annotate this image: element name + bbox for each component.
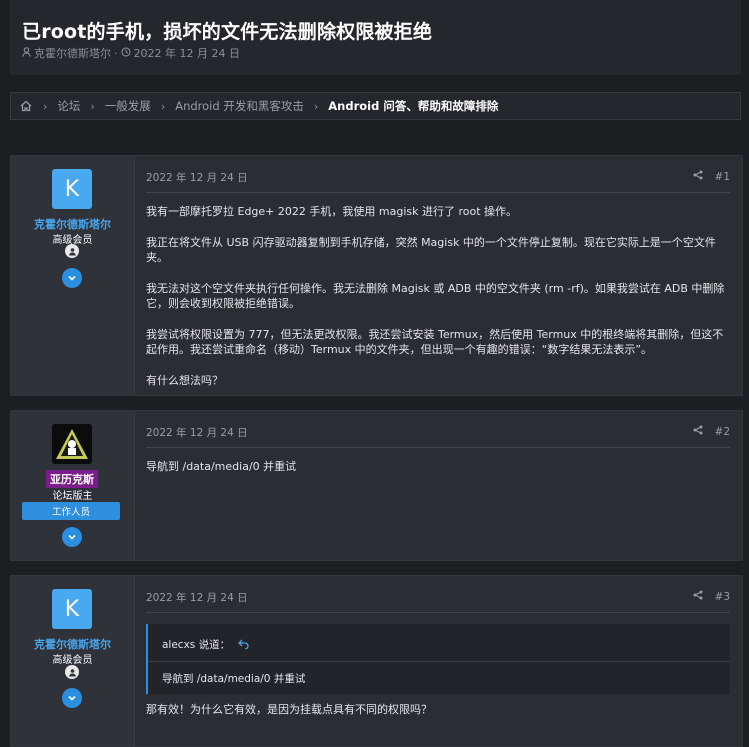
thread-meta: 克霍尔德斯塔尔 · 2022 年 12 月 24 日 (22, 45, 240, 61)
home-icon[interactable] (19, 99, 33, 113)
post-2: 亚历克斯 论坛版主 工作人员 2022 年 12 月 24 日 #2 导航到 /… (10, 410, 743, 561)
chevron-right-icon: › (90, 99, 95, 113)
breadcrumb-item-forums[interactable]: 论坛 (57, 98, 80, 114)
username[interactable]: 克霍尔德斯塔尔 (11, 636, 134, 652)
post-message: 我有一部摩托罗拉 Edge+ 2022 手机，我使用 magisk 进行了 ro… (146, 204, 730, 404)
chevron-right-icon: › (160, 99, 166, 113)
chevron-down-icon[interactable] (62, 688, 82, 708)
breadcrumb-item-current[interactable]: Android 问答、帮助和故障排除 (328, 98, 498, 114)
quote-header: alecxs 说道： (162, 637, 249, 652)
avatar[interactable]: K (52, 169, 92, 209)
post-user-column: 亚历克斯 论坛版主 工作人员 (11, 411, 135, 560)
share-icon[interactable] (693, 590, 703, 603)
user-icon (22, 46, 31, 60)
post-actions: #2 (693, 425, 730, 438)
divider (146, 192, 730, 193)
share-icon[interactable] (693, 425, 703, 438)
post-date[interactable]: 2022 年 12 月 24 日 (146, 590, 248, 605)
post-user-column: K 克霍尔德斯塔尔 高级会员 (11, 576, 135, 746)
chevron-down-icon[interactable] (62, 527, 82, 547)
post-paragraph: 有什么想法吗？ (146, 374, 223, 387)
chevron-down-icon[interactable] (62, 268, 82, 288)
clock-icon (120, 46, 131, 60)
divider (146, 612, 730, 613)
avatar[interactable] (52, 424, 92, 464)
chevron-right-icon: › (43, 99, 48, 113)
post-actions: #1 (693, 170, 730, 183)
chevron-right-icon: › (313, 99, 319, 113)
post-number[interactable]: #3 (715, 591, 730, 603)
quote-author[interactable]: alecxs 说道： (162, 637, 230, 652)
post-paragraph: 导航到 /data/media/0 并重试 (146, 460, 297, 473)
quote-text: 导航到 /data/media/0 并重试 (162, 673, 306, 685)
meta-separator: · (114, 46, 118, 60)
share-icon[interactable] (693, 170, 703, 183)
breadcrumb-item-android-dev-hacking[interactable]: Android 开发和黑客攻击 (175, 98, 304, 114)
breadcrumb: › 论坛 › 一般发展 › Android 开发和黑客攻击 › Android … (10, 92, 741, 120)
user-title: 高级会员 (52, 655, 93, 666)
thread-author-link[interactable]: 克霍尔德斯塔尔 (34, 45, 111, 61)
post-paragraph: 我无法对这个空文件夹执行任何操作。我无法删除 Magisk 或 ADB 中的空文… (146, 282, 725, 310)
thread-date[interactable]: 2022 年 12 月 24 日 (134, 45, 240, 61)
staff-badge: 工作人员 (22, 502, 120, 520)
post-actions: #3 (693, 590, 730, 603)
post-number[interactable]: #1 (715, 171, 730, 183)
member-badge-icon (65, 244, 79, 258)
post-3: K 克霍尔德斯塔尔 高级会员 2022 年 12 月 24 日 #3 alecx… (10, 575, 743, 747)
quote-divider (148, 661, 730, 662)
post-1: K 克霍尔德斯塔尔 高级会员 2022 年 12 月 24 日 #1 我有一部摩… (10, 155, 743, 396)
avatar-image (52, 424, 92, 464)
member-badge-icon (65, 665, 79, 679)
breadcrumb-item-general-development[interactable]: 一般发展 (105, 98, 151, 114)
post-paragraph: 我尝试将权限设置为 777，但无法更改权限。我还尝试安装 Termux，然后使用… (146, 328, 724, 356)
quote-block: alecxs 说道： 导航到 /data/media/0 并重试 (146, 624, 730, 694)
post-message: 那有效！为什么它有效，是因为挂载点具有不同的权限吗？ (146, 702, 730, 733)
divider (146, 447, 730, 448)
username[interactable]: 克霍尔德斯塔尔 (11, 216, 134, 232)
thread-header: 已root的手机，损坏的文件无法删除权限被拒绝 克霍尔德斯塔尔 · 2022 年… (10, 0, 741, 75)
post-message: 导航到 /data/media/0 并重试 (146, 459, 730, 490)
post-paragraph: 我正在将文件从 USB 闪存驱动器复制到手机存储，突然 Magisk 中的一个文… (146, 236, 716, 264)
jump-to-quote-icon[interactable] (238, 638, 249, 652)
post-number[interactable]: #2 (715, 426, 730, 438)
post-paragraph: 我有一部摩托罗拉 Edge+ 2022 手机，我使用 magisk 进行了 ro… (146, 205, 518, 218)
username[interactable]: 亚历克斯 (46, 470, 98, 488)
avatar[interactable]: K (52, 589, 92, 629)
post-date[interactable]: 2022 年 12 月 24 日 (146, 425, 248, 440)
post-user-column: K 克霍尔德斯塔尔 高级会员 (11, 156, 135, 395)
thread-title: 已root的手机，损坏的文件无法删除权限被拒绝 (22, 21, 433, 43)
post-paragraph: 那有效！为什么它有效，是因为挂载点具有不同的权限吗？ (146, 703, 432, 716)
user-title: 论坛版主 (52, 491, 93, 502)
post-date[interactable]: 2022 年 12 月 24 日 (146, 170, 248, 185)
